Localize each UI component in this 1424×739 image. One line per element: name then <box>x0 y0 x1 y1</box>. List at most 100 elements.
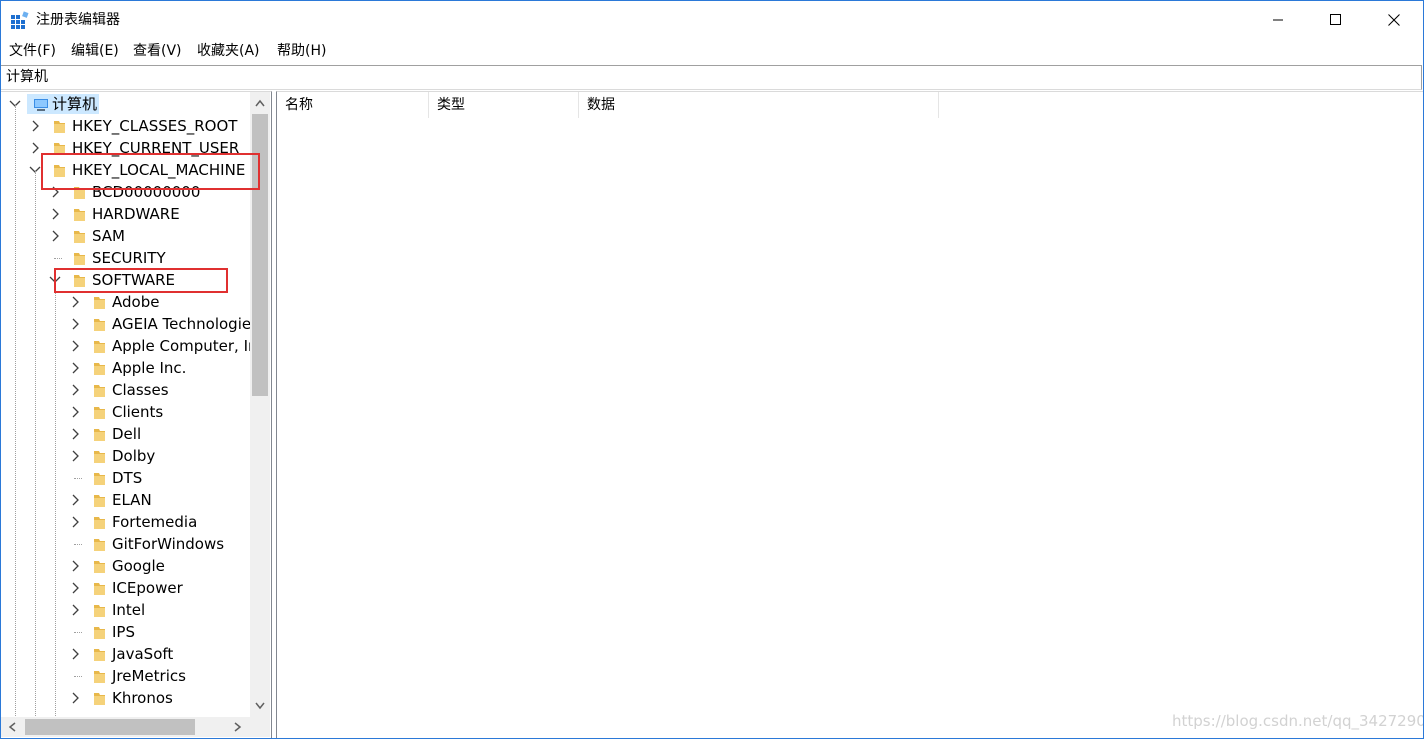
tree-item-apple-computer-in[interactable]: Apple Computer, In <box>1 335 261 357</box>
menu-favorites[interactable]: 收藏夹(A) <box>197 42 260 60</box>
collapsed-chevron-icon[interactable] <box>49 229 61 243</box>
minimize-icon <box>1273 19 1283 21</box>
tree-item-label: AGEIA Technologie <box>112 315 252 333</box>
column-header-name[interactable]: 名称 <box>277 92 429 118</box>
tree-horizontal-scrollbar[interactable] <box>1 717 250 737</box>
tree-item-fortemedia[interactable]: Fortemedia <box>1 511 261 533</box>
collapsed-chevron-icon[interactable] <box>69 647 81 661</box>
collapsed-chevron-icon[interactable] <box>69 449 81 463</box>
collapsed-chevron-icon[interactable] <box>69 559 81 573</box>
tree-connector-line <box>55 280 56 720</box>
collapsed-chevron-icon[interactable] <box>69 361 81 375</box>
folder-icon <box>94 407 105 419</box>
menu-view[interactable]: 查看(V) <box>133 42 182 60</box>
collapsed-chevron-icon[interactable] <box>49 207 61 221</box>
tree-item-ips[interactable]: IPS <box>1 621 261 643</box>
close-icon <box>1388 14 1400 26</box>
menu-file[interactable]: 文件(F) <box>9 42 56 60</box>
menu-bar: 文件(F) 编辑(E) 查看(V) 收藏夹(A) 帮助(H) <box>1 39 1423 63</box>
menu-edit[interactable]: 编辑(E) <box>71 42 119 60</box>
tree-item-label: JreMetrics <box>112 667 186 685</box>
tree-connector-line <box>74 676 82 677</box>
address-path: 计算机 <box>6 69 48 85</box>
tree-item-hardware[interactable]: HARDWARE <box>1 203 261 225</box>
tree-connector-line <box>74 544 82 545</box>
tree-item-dolby[interactable]: Dolby <box>1 445 261 467</box>
column-header-type[interactable]: 类型 <box>429 92 579 118</box>
tree-item-label: Apple Inc. <box>112 359 187 377</box>
collapsed-chevron-icon[interactable] <box>29 141 41 155</box>
tree-item-label: HARDWARE <box>92 205 180 223</box>
tree-item-dell[interactable]: Dell <box>1 423 261 445</box>
chevron-right-icon <box>234 722 242 732</box>
tree-connector-line <box>54 258 62 259</box>
tree-item-computer[interactable]: 计算机 <box>1 93 261 115</box>
menu-help[interactable]: 帮助(H) <box>277 42 326 60</box>
tree-item-adobe[interactable]: Adobe <box>1 291 261 313</box>
maximize-button[interactable] <box>1307 1 1365 39</box>
tree-item-clients[interactable]: Clients <box>1 401 261 423</box>
tree-item-classes[interactable]: Classes <box>1 379 261 401</box>
tree-item-security[interactable]: SECURITY <box>1 247 261 269</box>
collapsed-chevron-icon[interactable] <box>69 405 81 419</box>
scroll-down-arrow[interactable] <box>252 698 268 714</box>
tree-item-sam[interactable]: SAM <box>1 225 261 247</box>
tree-item-ageia-technologie[interactable]: AGEIA Technologie <box>1 313 261 335</box>
values-list-pane[interactable]: 名称 类型 数据 <box>276 91 1423 738</box>
highlight-box-software <box>54 268 228 293</box>
tree-item-google[interactable]: Google <box>1 555 261 577</box>
tree-item-javasoft[interactable]: JavaSoft <box>1 643 261 665</box>
collapsed-chevron-icon[interactable] <box>69 515 81 529</box>
collapsed-chevron-icon[interactable] <box>69 427 81 441</box>
tree-item-label: Khronos <box>112 689 173 707</box>
tree-item-apple-inc-[interactable]: Apple Inc. <box>1 357 261 379</box>
collapsed-chevron-icon[interactable] <box>69 691 81 705</box>
collapsed-chevron-icon[interactable] <box>69 295 81 309</box>
tree-item-label: Dolby <box>112 447 156 465</box>
collapsed-chevron-icon[interactable] <box>69 317 81 331</box>
folder-icon <box>94 517 105 529</box>
tree-item-label: 计算机 <box>52 95 98 113</box>
regedit-app-icon <box>11 11 29 29</box>
highlight-box-hklm <box>41 153 260 190</box>
folder-icon <box>94 495 105 507</box>
collapsed-chevron-icon[interactable] <box>29 119 41 133</box>
tree-item-label: Clients <box>112 403 164 421</box>
scroll-right-arrow[interactable] <box>230 719 246 735</box>
tree-item-gitforwindows[interactable]: GitForWindows <box>1 533 261 555</box>
tree-item-intel[interactable]: Intel <box>1 599 261 621</box>
column-header-data[interactable]: 数据 <box>579 92 939 118</box>
chevron-up-icon <box>255 99 265 107</box>
tree-item-khronos[interactable]: Khronos <box>1 687 261 709</box>
collapsed-chevron-icon[interactable] <box>69 581 81 595</box>
scroll-up-arrow[interactable] <box>252 95 268 111</box>
computer-icon <box>34 99 48 111</box>
address-bar[interactable]: 计算机 <box>1 65 1422 90</box>
folder-icon <box>94 539 105 551</box>
tree-item-dts[interactable]: DTS <box>1 467 261 489</box>
tree-item-label: Adobe <box>112 293 160 311</box>
tree-item-hkey-classes-root[interactable]: HKEY_CLASSES_ROOT <box>1 115 261 137</box>
collapsed-chevron-icon[interactable] <box>69 383 81 397</box>
title-bar[interactable]: 注册表编辑器 <box>1 1 1423 39</box>
folder-icon <box>74 253 85 265</box>
tree-horizontal-scroll-thumb[interactable] <box>25 719 195 735</box>
tree-item-icepower[interactable]: ICEpower <box>1 577 261 599</box>
tree-connector-line <box>74 632 82 633</box>
folder-icon <box>94 297 105 309</box>
chevron-down-icon <box>255 702 265 710</box>
folder-icon <box>94 693 105 705</box>
scroll-left-arrow[interactable] <box>4 719 20 735</box>
tree-item-label: Classes <box>112 381 169 399</box>
collapsed-chevron-icon[interactable] <box>69 493 81 507</box>
collapsed-chevron-icon[interactable] <box>69 603 81 617</box>
tree-item-jremetrics[interactable]: JreMetrics <box>1 665 261 687</box>
tree-item-label: Dell <box>112 425 142 443</box>
folder-icon <box>94 583 105 595</box>
tree-item-label: Fortemedia <box>112 513 198 531</box>
tree-item-elan[interactable]: ELAN <box>1 489 261 511</box>
minimize-button[interactable] <box>1249 1 1307 39</box>
collapsed-chevron-icon[interactable] <box>69 339 81 353</box>
key-tree-pane[interactable]: 计算机 HKEY_CLASSES_ROOT HKEY_CURRENT_USER HKE… <box>1 91 272 738</box>
close-button[interactable] <box>1365 1 1423 39</box>
